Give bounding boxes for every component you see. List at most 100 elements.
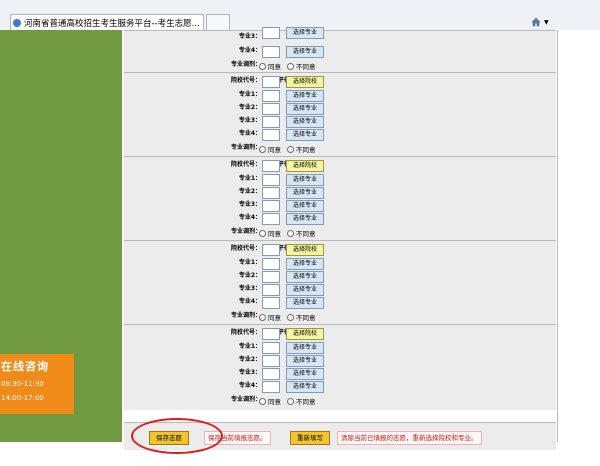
major-code-input[interactable] xyxy=(262,46,280,58)
choose-major-button[interactable]: 选择专业 xyxy=(286,258,324,270)
save-button-highlight-circle xyxy=(131,418,223,454)
choose-major-button[interactable]: 选择专业 xyxy=(286,381,324,393)
school-row: 平行志愿4 院校代号： 选择院校 xyxy=(124,243,556,256)
agree-radio[interactable] xyxy=(259,397,266,405)
major-label: 专业4： xyxy=(238,214,261,221)
choose-major-button[interactable]: 选择专业 xyxy=(286,116,324,128)
adjust-radio-group: 同意 不同意 xyxy=(259,61,322,71)
major-row: 专业1： 选择专业 xyxy=(124,341,556,354)
choose-major-button[interactable]: 选择专业 xyxy=(286,368,324,380)
choose-major-button[interactable]: 选择专业 xyxy=(286,46,324,58)
agree-label: 同意 xyxy=(268,230,281,238)
major-code-input[interactable] xyxy=(262,368,280,380)
major-row: 专业4： 选择专业 xyxy=(124,128,556,141)
major-code-input[interactable] xyxy=(262,27,280,39)
choose-major-button[interactable]: 选择专业 xyxy=(286,27,324,39)
major-row: 专业1： 选择专业 xyxy=(124,257,556,270)
choose-school-button[interactable]: 选择院校 xyxy=(286,76,324,88)
major-code-input[interactable] xyxy=(262,381,280,393)
major-label: 专业2： xyxy=(238,188,261,195)
adjust-row: 专业调剂： 同意 不同意 xyxy=(124,394,556,407)
new-tab-button[interactable] xyxy=(206,14,230,30)
major-label: 专业2： xyxy=(238,356,261,363)
volunteer-block-3: 平行志愿3 院校代号： 选择院校 专业1： 选择专业 专业2： 选择专业 专业3： 选… xyxy=(124,156,556,240)
major-row: 专业4： 选择专业 xyxy=(124,296,556,309)
major-code-input[interactable] xyxy=(262,213,280,225)
disagree-radio[interactable] xyxy=(287,62,294,70)
choose-major-button[interactable]: 选择专业 xyxy=(286,129,324,141)
choose-major-button[interactable]: 选择专业 xyxy=(286,342,324,354)
choose-major-button[interactable]: 选择专业 xyxy=(286,213,324,225)
school-code-label: 院校代号： xyxy=(230,245,261,252)
choose-major-button[interactable]: 选择专业 xyxy=(286,90,324,102)
major-code-input[interactable] xyxy=(262,116,280,128)
choose-school-button[interactable]: 选择院校 xyxy=(286,244,324,256)
agree-radio[interactable] xyxy=(259,229,266,237)
disagree-label: 不同意 xyxy=(296,230,316,238)
choose-major-button[interactable]: 选择专业 xyxy=(286,355,324,367)
major-code-input[interactable] xyxy=(262,200,280,212)
major-code-input[interactable] xyxy=(262,284,280,296)
disagree-radio[interactable] xyxy=(287,145,294,153)
browser-tab-strip: 河南省普通高校招生考生服务平台--考生志愿... ▼ xyxy=(0,0,600,30)
major-row: 专业4： 选择专业 xyxy=(124,45,556,58)
choose-major-button[interactable]: 选择专业 xyxy=(286,271,324,283)
major-code-input[interactable] xyxy=(262,258,280,270)
disagree-radio[interactable] xyxy=(287,313,294,321)
home-button[interactable]: ▼ xyxy=(531,16,553,28)
choose-major-button[interactable]: 选择专业 xyxy=(286,103,324,115)
choose-major-button[interactable]: 选择专业 xyxy=(286,187,324,199)
major-code-input[interactable] xyxy=(262,90,280,102)
major-code-input[interactable] xyxy=(262,187,280,199)
major-row: 专业3： 选择专业 xyxy=(124,367,556,380)
agree-label: 同意 xyxy=(268,146,281,154)
adjust-label: 专业调剂： xyxy=(230,61,261,68)
school-code-input[interactable] xyxy=(262,160,280,172)
major-code-input[interactable] xyxy=(262,271,280,283)
adjust-row: 专业调剂： 同意 不同意 xyxy=(124,59,556,72)
home-icon xyxy=(531,17,541,27)
choose-major-button[interactable]: 选择专业 xyxy=(286,200,324,212)
school-code-input[interactable] xyxy=(262,328,280,340)
school-row: 平行志愿2 院校代号： 选择院校 xyxy=(124,75,556,88)
major-code-input[interactable] xyxy=(262,174,280,186)
browser-tab[interactable]: 河南省普通高校招生考生服务平台--考生志愿... xyxy=(10,14,204,30)
major-code-input[interactable] xyxy=(262,342,280,354)
reset-note: 清除当前已填报的志愿，重新选择院校和专业。 xyxy=(337,431,482,445)
school-code-input[interactable] xyxy=(262,76,280,88)
tab-title: 河南省普通高校招生考生服务平台--考生志愿... xyxy=(24,18,200,29)
disagree-radio[interactable] xyxy=(287,397,294,405)
major-row: 专业4： 选择专业 xyxy=(124,380,556,393)
school-code-label: 院校代号： xyxy=(230,329,261,336)
disagree-label: 不同意 xyxy=(296,63,316,71)
reset-button[interactable]: 重新填写 xyxy=(290,431,330,445)
choose-school-button[interactable]: 选择院校 xyxy=(286,160,324,172)
major-code-input[interactable] xyxy=(262,297,280,309)
adjust-label: 专业调剂： xyxy=(230,312,261,319)
major-row: 专业3： 选择专业 xyxy=(124,27,556,44)
choose-major-button[interactable]: 选择专业 xyxy=(286,297,324,309)
adjust-radio-group: 同意 不同意 xyxy=(259,144,322,154)
disagree-radio[interactable] xyxy=(287,229,294,237)
school-code-input[interactable] xyxy=(262,244,280,256)
adjust-label: 专业调剂： xyxy=(230,396,261,403)
choose-school-button[interactable]: 选择院校 xyxy=(286,328,324,340)
major-row: 专业3： 选择专业 xyxy=(124,199,556,212)
major-code-input[interactable] xyxy=(262,129,280,141)
major-row: 专业3： 选择专业 xyxy=(124,283,556,296)
major-code-input[interactable] xyxy=(262,355,280,367)
agree-radio[interactable] xyxy=(259,62,266,70)
choose-major-button[interactable]: 选择专业 xyxy=(286,284,324,296)
home-dropdown-caret[interactable]: ▼ xyxy=(544,19,549,26)
adjust-row: 专业调剂： 同意 不同意 xyxy=(124,310,556,323)
major-row: 专业4： 选择专业 xyxy=(124,212,556,225)
agree-radio[interactable] xyxy=(259,313,266,321)
agree-radio[interactable] xyxy=(259,145,266,153)
adjust-radio-group: 同意 不同意 xyxy=(259,312,322,322)
agree-label: 同意 xyxy=(268,314,281,322)
major-label: 专业1： xyxy=(238,343,261,350)
choose-major-button[interactable]: 选择专业 xyxy=(286,174,324,186)
online-consult-panel[interactable]: 在线咨询 08:30-11:30 14:00-17:00 xyxy=(0,354,74,414)
major-label: 专业1： xyxy=(238,259,261,266)
major-code-input[interactable] xyxy=(262,103,280,115)
